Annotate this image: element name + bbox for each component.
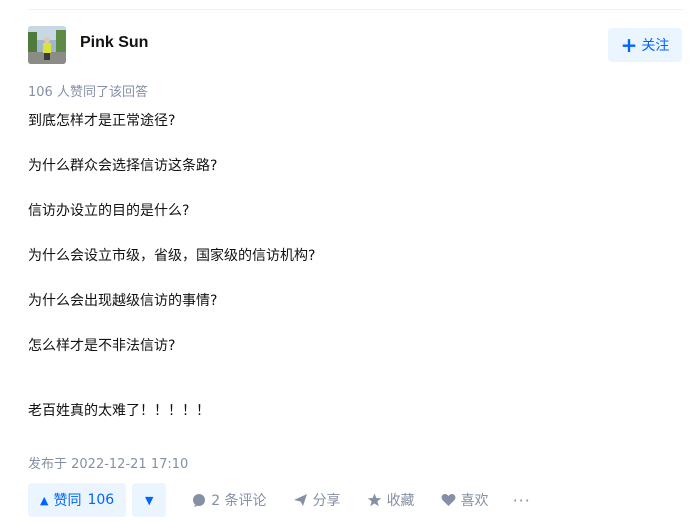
content-line: 为什么会设立市级，省级，国家级的信访机构? (28, 248, 316, 264)
triangle-down-icon: ▼ (144, 493, 154, 507)
vote-up-button[interactable]: ▲ 赞同 106 (28, 483, 127, 517)
collect-label: 收藏 (386, 493, 415, 509)
triangle-up-icon: ▲ (40, 493, 49, 507)
like-button[interactable]: 喜欢 (441, 490, 489, 510)
action-bar: ▲ 赞同 106 ▼ 2 条评论 分享 收藏 喜欢 ··· (28, 483, 531, 517)
follow-button[interactable]: + 关注 (608, 28, 682, 62)
collect-button[interactable]: 收藏 (367, 490, 415, 510)
heart-icon (441, 494, 455, 506)
content-line: 到底怎样才是正常途径? (28, 113, 176, 129)
more-button[interactable]: ··· (513, 491, 531, 510)
content-line: 为什么会出现越级信访的事情? (28, 293, 218, 309)
divider (28, 9, 683, 10)
content-line: 怎么样才是不非法信访? (28, 338, 176, 354)
vote-down-button[interactable]: ▼ (132, 483, 167, 517)
content-line: 为什么群众会选择信访这条路? (28, 158, 218, 174)
like-label: 喜欢 (460, 493, 489, 509)
share-icon (293, 494, 307, 506)
share-label: 分享 (312, 493, 341, 509)
vote-up-count: 106 (87, 492, 115, 508)
share-button[interactable]: 分享 (293, 490, 341, 510)
comment-icon (193, 494, 206, 507)
content-line: 信访办设立的目的是什么? (28, 203, 190, 219)
author-name[interactable]: Pink Sun (80, 34, 148, 52)
content-line: 老百姓真的太难了！！！！！ (28, 403, 210, 419)
answer-card: Pink Sun + 关注 106 人赞同了该回答 到底怎样才是正常途径? 为什… (0, 0, 699, 521)
vote-up-label: 赞同 (53, 493, 82, 509)
comments-button[interactable]: 2 条评论 (192, 490, 267, 510)
upvote-summary: 106 人赞同了该回答 (28, 85, 148, 100)
avatar[interactable] (28, 26, 66, 64)
follow-label: 关注 (641, 38, 670, 54)
plus-icon: + (620, 33, 638, 57)
publish-time[interactable]: 发布于 2022-12-21 17:10 (28, 453, 188, 472)
avatar-image (28, 26, 66, 64)
star-icon (367, 493, 381, 507)
comments-label: 2 条评论 (211, 493, 267, 509)
